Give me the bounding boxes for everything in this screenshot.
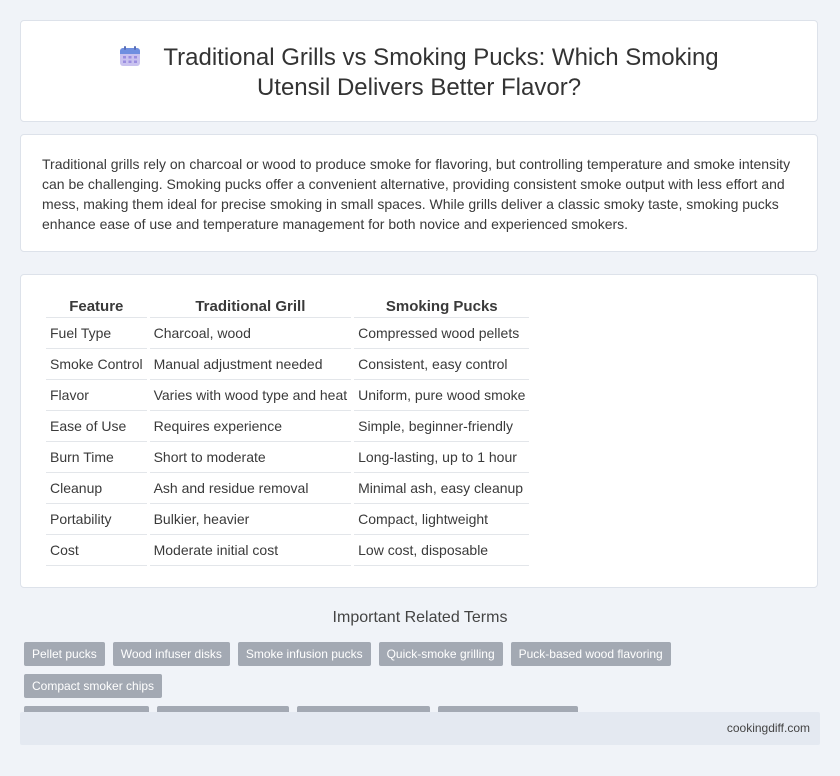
table-cell: Compressed wood pellets [354, 318, 530, 349]
table-cell: Bulkier, heavier [149, 504, 352, 535]
table-row: Smoke Control Manual adjustment needed C… [46, 349, 530, 380]
table-cell: Cost [46, 535, 147, 566]
related-terms-title: Important Related Terms [332, 609, 508, 626]
table-cell: Manual adjustment needed [149, 349, 352, 380]
table-cell: Requires experience [149, 411, 352, 442]
table-cell: Consistent, easy control [354, 349, 530, 380]
column-header: Smoking Pucks [354, 293, 530, 318]
page-title: Traditional Grills vs Smoking Pucks: Whi… [163, 44, 719, 101]
tag-wood-infuser-disks[interactable]: Wood infuser disks [112, 642, 230, 666]
table-row: Cleanup Ash and residue removal Minimal … [46, 473, 530, 504]
tag-pellet-pucks[interactable]: Pellet pucks [24, 642, 105, 666]
table-row: Portability Bulkier, heavier Compact, li… [46, 504, 530, 535]
table-cell: Short to moderate [149, 442, 352, 473]
table-cell: Varies with wood type and heat [149, 380, 352, 411]
calendar-icon [120, 46, 141, 66]
table-cell: Smoke Control [46, 349, 147, 380]
table-cell: Cleanup [46, 473, 147, 504]
intro-paragraph: Traditional grills rely on charcoal or w… [42, 156, 791, 232]
table-cell: Minimal ash, easy cleanup [354, 473, 530, 504]
table-row: Fuel Type Charcoal, wood Compressed wood… [46, 318, 530, 349]
table-cell: Portability [46, 504, 147, 535]
page-title-wrap: Traditional Grills vs Smoking Pucks: Whi… [81, 43, 757, 103]
table-row: Flavor Varies with wood type and heat Un… [46, 380, 530, 411]
column-header: Feature [46, 293, 147, 318]
title-card: Traditional Grills vs Smoking Pucks: Whi… [20, 20, 818, 122]
table-cell: Compact, lightweight [354, 504, 530, 535]
table-cell: Ease of Use [46, 411, 147, 442]
comparison-table: Feature Traditional Grill Smoking Pucks … [43, 293, 532, 566]
table-cell: Low cost, disposable [354, 535, 530, 566]
table-cell: Burn Time [46, 442, 147, 473]
footer: cookingdiff.com [20, 712, 820, 745]
table-row: Ease of Use Requires experience Simple, … [46, 411, 530, 442]
table-row: Cost Moderate initial cost Low cost, dis… [46, 535, 530, 566]
tag-compact-smoker-chips[interactable]: Compact smoker chips [24, 674, 163, 698]
table-cell: Simple, beginner-friendly [354, 411, 530, 442]
table-cell: Flavor [46, 380, 147, 411]
intro-card: Traditional grills rely on charcoal or w… [20, 134, 818, 252]
tag-smoke-infusion-pucks[interactable]: Smoke infusion pucks [237, 642, 371, 666]
table-cell: Moderate initial cost [149, 535, 352, 566]
tag-quick-smoke-grilling[interactable]: Quick-smoke grilling [378, 642, 503, 666]
comparison-card: Feature Traditional Grill Smoking Pucks … [20, 274, 818, 588]
table-cell: Long-lasting, up to 1 hour [354, 442, 530, 473]
table-cell: Uniform, pure wood smoke [354, 380, 530, 411]
table-row: Burn Time Short to moderate Long-lasting… [46, 442, 530, 473]
table-cell: Charcoal, wood [149, 318, 352, 349]
table-header-row: Feature Traditional Grill Smoking Pucks [46, 293, 530, 318]
tag-puck-based-wood-flavoring[interactable]: Puck-based wood flavoring [510, 642, 671, 666]
table-cell: Ash and residue removal [149, 473, 352, 504]
column-header: Traditional Grill [149, 293, 352, 318]
table-cell: Fuel Type [46, 318, 147, 349]
footer-site-link[interactable]: cookingdiff.com [727, 721, 810, 735]
